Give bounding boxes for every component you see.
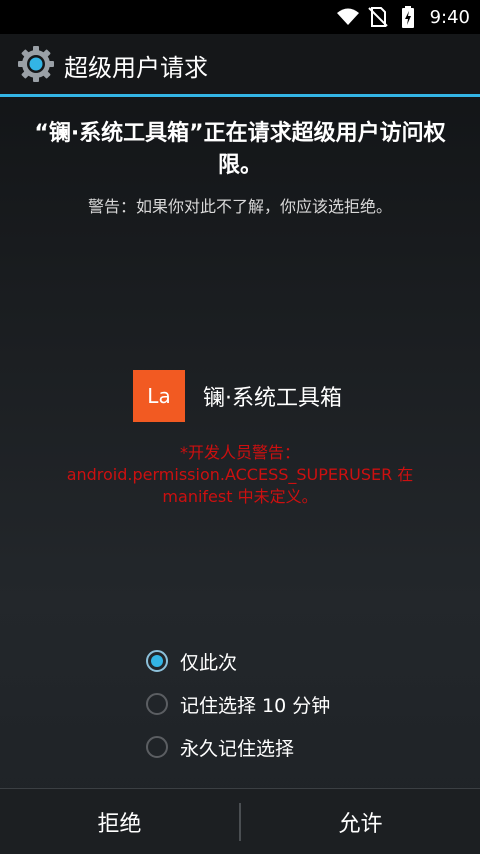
option-forever[interactable]: 永久记住选择: [146, 732, 330, 762]
option-once-label: 仅此次: [180, 651, 238, 674]
option-10-minutes-label: 记住选择 10 分钟: [180, 694, 331, 717]
wifi-icon: [336, 8, 359, 25]
app-name: 镧·系统工具箱: [203, 386, 342, 411]
action-bar-title: 超级用户请求: [64, 54, 208, 82]
radio-forever[interactable]: [146, 736, 168, 758]
duration-options: 仅此次 记住选择 10 分钟 永久记住选择: [146, 646, 330, 775]
developer-warning: *开发人员警告：android.permission.ACCESS_SUPERU…: [66, 443, 414, 506]
no-sim-icon: [367, 7, 388, 27]
allow-button[interactable]: 允许: [241, 789, 480, 854]
clock: 9:40: [429, 6, 470, 28]
status-icons: 9:40: [336, 5, 470, 29]
status-bar: 9:40: [0, 0, 480, 34]
request-warning: 警告：如果你对此不了解，你应该选拒绝。: [87, 197, 392, 216]
action-bar: 超级用户请求: [0, 34, 480, 94]
radio-10-minutes[interactable]: [146, 693, 168, 715]
option-once[interactable]: 仅此次: [146, 646, 330, 676]
accent-divider: [0, 94, 480, 97]
app-info: La 镧·系统工具箱: [133, 370, 342, 422]
deny-button[interactable]: 拒绝: [0, 789, 239, 854]
request-headline: “镧·系统工具箱”正在请求超级用户访问权限。: [34, 121, 446, 178]
app-icon: La: [133, 370, 185, 422]
radio-once[interactable]: [146, 650, 168, 672]
battery-charging-icon: [401, 6, 414, 28]
option-10-minutes[interactable]: 记住选择 10 分钟: [146, 689, 330, 719]
gear-icon: [18, 46, 54, 82]
button-bar: 拒绝 允许: [0, 788, 480, 854]
option-forever-label: 永久记住选择: [180, 737, 295, 760]
